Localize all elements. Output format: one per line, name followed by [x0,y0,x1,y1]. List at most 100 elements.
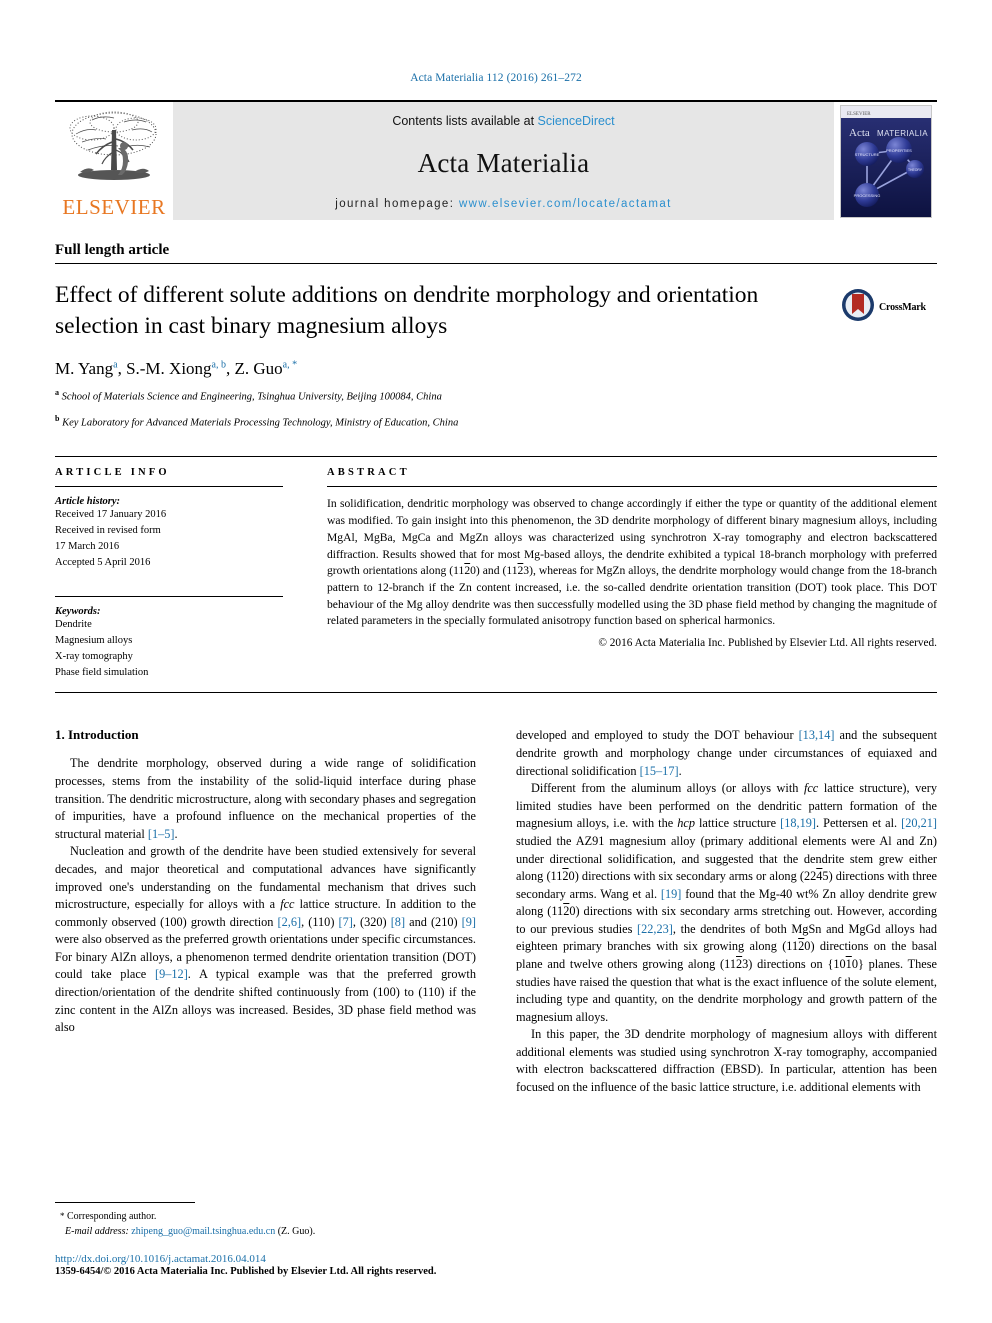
keyword-item: Dendrite [55,619,92,631]
citation-link[interactable]: [19] [661,887,682,901]
paragraph-text: . [174,826,178,841]
article-type-label: Full length article [55,242,170,258]
corresponding-author-label: Corresponding author. [64,1211,157,1222]
paragraph-text: The dendrite morphology, observed during… [55,756,476,841]
citation-link[interactable]: [1–5] [148,827,175,841]
running-head: Acta Materialia 112 (2016) 261–272 [410,72,582,84]
paragraph-text: . Pettersen et al. [816,816,902,831]
journal-homepage-line: journal homepage: www.elsevier.com/locat… [335,198,671,210]
footnote-area: * Corresponding author. E-mail address: … [55,1202,467,1277]
paragraph: developed and employed to study the DOT … [516,727,937,780]
paragraph-text: , (320) [352,914,391,929]
elsevier-tree-icon [62,108,166,196]
keyword-item: X-ray tomography [55,650,133,662]
affiliation-line: a School of Materials Science and Engine… [55,387,827,405]
footnote-rule [55,1202,195,1203]
cover-artwork-icon: ELSEVIER Acta MATERIALIA STRUCTURE PROPE… [840,105,931,217]
elsevier-wordmark: ELSEVIER [62,195,166,219]
crossmark-icon [841,288,875,327]
info-abstract-region: ARTICLE INFO Article history: Received 1… [55,456,937,680]
doi-link[interactable]: http://dx.doi.org/10.1016/j.actamat.2016… [55,1253,467,1265]
elsevier-logo: ELSEVIER [55,102,173,220]
email-suffix: (Z. Guo). [275,1226,316,1237]
body-left-column: 1. Introduction The dendrite morphology,… [55,727,476,1096]
svg-text:PROCESSING: PROCESSING [853,193,880,198]
crossmark-badge[interactable]: CrossMark [841,264,937,327]
keywords-label: Keywords: [55,606,101,618]
citation-link[interactable]: [8] [391,915,405,929]
author-affil-mark[interactable]: a [113,359,117,370]
history-item: Accepted 5 April 2016 [55,556,151,568]
citation-link[interactable]: [18,19] [780,816,816,830]
author-name: M. Yang [55,359,114,379]
svg-text:Acta: Acta [849,127,870,139]
svg-text:MATERIALIA: MATERIALIA [877,129,928,138]
author-list: M. Yanga, S.-M. Xionga, b, Z. Guoa, * [55,359,298,379]
issn-copyright-line: 1359-6454/© 2016 Acta Materialia Inc. Pu… [55,1266,437,1277]
history-item: 17 March 2016 [55,540,120,552]
article-history-label: Article history: [55,496,121,508]
citation-link[interactable]: [9] [462,915,476,929]
author-affil-mark[interactable]: a, b [212,359,226,370]
article-info-rule [55,486,283,488]
paragraph-text: Different from the aluminum alloys (or a… [531,781,804,796]
abstract-text: In solidification, dendritic morphology … [327,496,937,630]
email-link[interactable]: zhipeng_guo@mail.tsinghua.edu.cn [131,1226,275,1237]
svg-text:THEORY: THEORY [907,168,922,172]
citation-link[interactable]: [7] [339,915,353,929]
paragraph: The dendrite morphology, observed during… [55,755,476,843]
italic-term: fcc [803,781,819,796]
sciencedirect-link[interactable]: ScienceDirect [538,114,615,128]
crossmark-label: CrossMark [879,302,926,313]
affiliation-mark: a [55,388,59,398]
paragraph-text: . [678,763,682,778]
keywords-rule [55,596,283,598]
journal-masthead: ELSEVIER Contents lists available at Sci… [55,100,937,220]
journal-band: Contents lists available at ScienceDirec… [173,102,834,220]
affiliation-mark: b [55,413,60,423]
italic-term: fcc [280,897,295,912]
citation-link[interactable]: [15–17] [640,764,679,778]
keyword-item: Magnesium alloys [55,635,133,647]
homepage-url-link[interactable]: www.elsevier.com/locate/actamat [459,198,672,210]
svg-text:PROPERTIES: PROPERTIES [886,148,912,153]
citation-link[interactable]: [13,14] [799,728,835,742]
paragraph: Nucleation and growth of the dendrite ha… [55,843,476,1036]
citation-link[interactable]: [2,6] [278,915,302,929]
contents-prefix: Contents lists available at [392,114,538,128]
article-info-heading: ARTICLE INFO [55,467,170,479]
article-info-column: ARTICLE INFO Article history: Received 1… [55,457,305,680]
paragraph: Different from the aluminum alloys (or a… [516,780,937,1026]
paragraph-text: 3) directions on {10 [742,956,846,971]
journal-article-page: Acta Materialia 112 (2016) 261–272 ELSEV… [0,0,992,1323]
paragraph-text: 0) directions with six secondary arms or… [568,869,817,884]
corresponding-author-line: * Corresponding author. [55,1209,467,1224]
paragraph-text: lattice structure [694,816,781,831]
affiliation-text: School of Materials Science and Engineer… [61,391,442,403]
body-right-column: developed and employed to study the DOT … [516,727,937,1096]
abstract-part: 0) and (11 [470,564,518,578]
author-name: S.-M. Xiong [126,359,212,379]
paragraph-text: and (210) [405,914,462,929]
email-line: E-mail address: zhipeng_guo@mail.tsinghu… [55,1224,467,1239]
page-title: Effect of different solute additions on … [55,282,759,340]
history-item: Received 17 January 2016 [55,509,167,521]
section-heading-introduction: 1. Introduction [55,727,139,743]
affiliation-text: Key Laboratory for Advanced Materials Pr… [62,417,459,429]
journal-title: Acta Materialia [417,147,590,178]
affiliation-line: b Key Laboratory for Advanced Materials … [55,413,827,431]
citation-link[interactable]: [20,21] [901,816,937,830]
citation-link[interactable]: [9–12] [155,967,188,981]
svg-text:ELSEVIER: ELSEVIER [847,112,871,117]
abstract-heading: ABSTRACT [327,467,410,479]
contents-available-line: Contents lists available at ScienceDirec… [392,114,614,128]
abstract-column: ABSTRACT In solidification, dendritic mo… [305,457,937,680]
author-name: Z. Guo [234,359,283,379]
body-columns: 1. Introduction The dendrite morphology,… [55,727,937,1096]
author-affil-mark[interactable]: a, * [283,359,297,370]
svg-text:STRUCTURE: STRUCTURE [854,152,879,157]
citation-link[interactable]: [22,23] [637,922,673,936]
homepage-prefix: journal homepage: [335,198,459,210]
paragraph: In this paper, the 3D dendrite morpholog… [516,1027,937,1095]
